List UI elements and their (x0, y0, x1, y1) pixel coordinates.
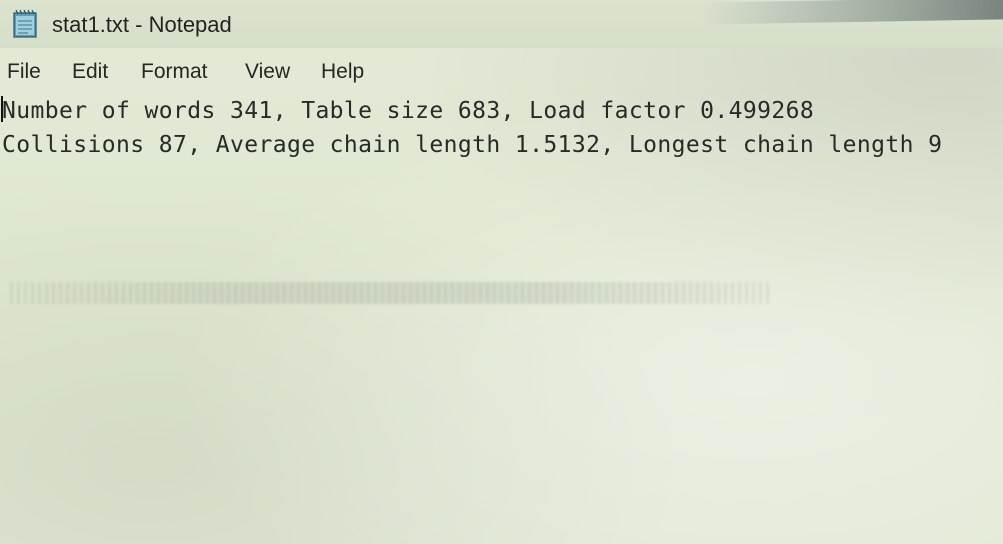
title-bar-accent (700, 0, 1003, 25)
menu-format[interactable]: Format (141, 60, 208, 84)
notepad-icon[interactable] (12, 8, 40, 38)
menu-help[interactable]: Help (321, 60, 364, 84)
text-line-1: Number of words 341, Table size 683, Loa… (2, 98, 815, 124)
screen-smudge (10, 282, 770, 304)
notepad-window: stat1.txt - Notepad File Edit Format Vie… (0, 0, 1003, 544)
menu-file[interactable]: File (7, 60, 41, 84)
window-title: stat1.txt - Notepad (52, 12, 232, 37)
title-bar[interactable]: stat1.txt - Notepad (0, 0, 1003, 48)
menu-edit[interactable]: Edit (72, 60, 108, 84)
menu-bar: File Edit Format View Help (0, 54, 1003, 94)
text-caret (1, 96, 3, 122)
menu-view[interactable]: View (245, 60, 290, 84)
text-editor-area[interactable]: Number of words 341, Table size 683, Loa… (0, 94, 1003, 544)
text-line-2: Collisions 87, Average chain length 1.51… (2, 132, 943, 158)
